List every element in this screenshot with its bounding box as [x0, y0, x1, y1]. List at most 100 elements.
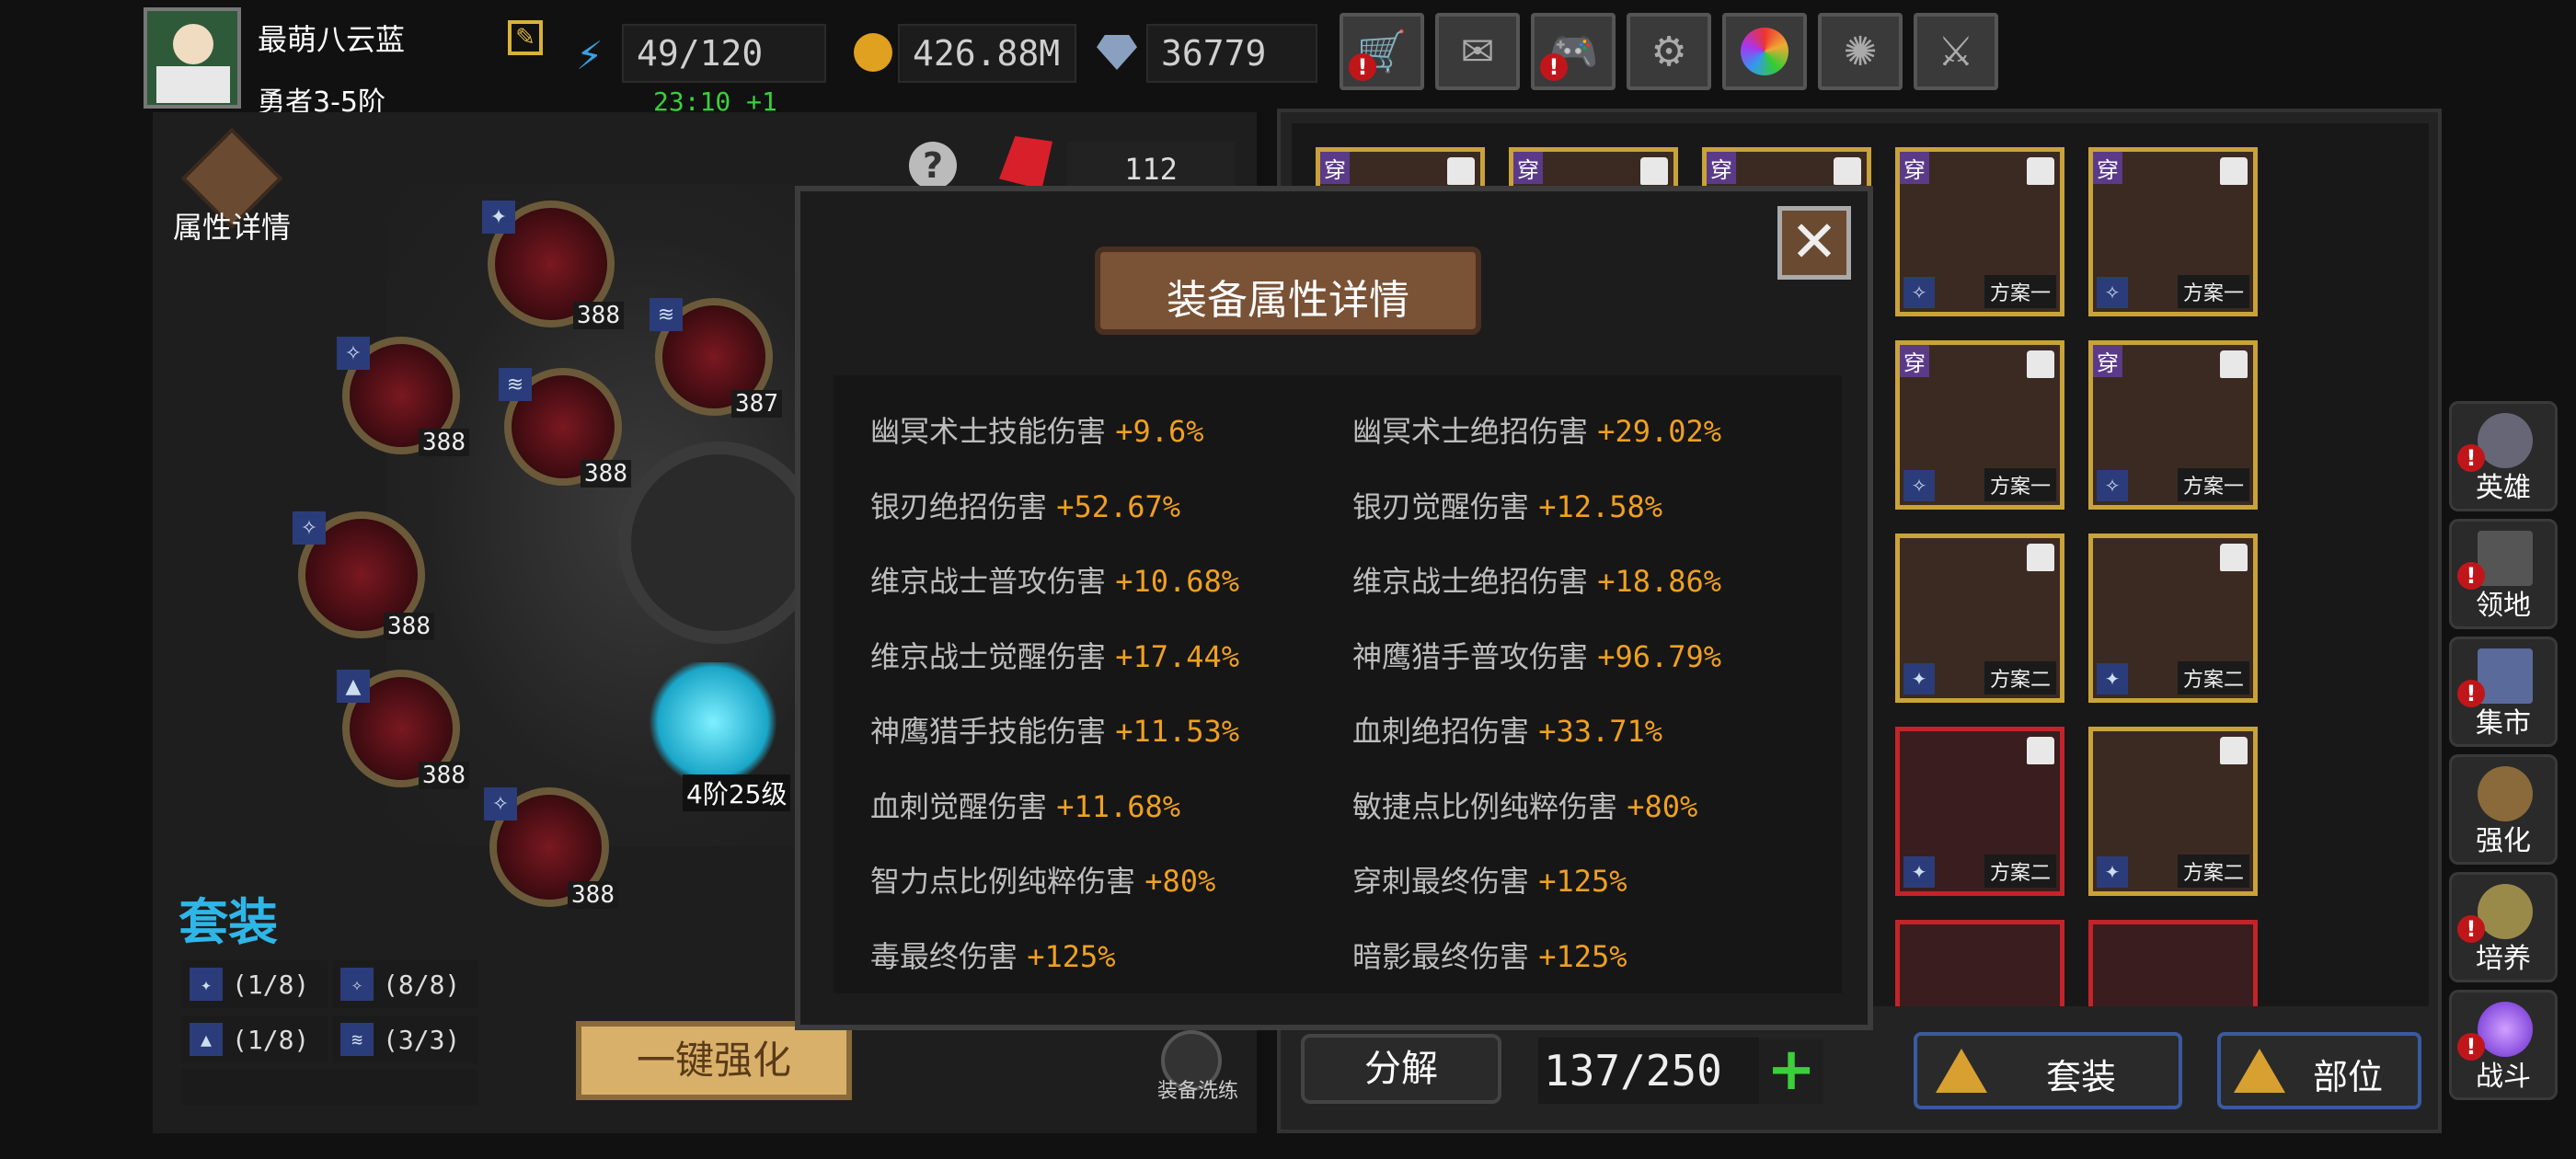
- stat-row: 银刃绝招伤害 +52.67%: [870, 484, 1180, 526]
- lock-icon: [2220, 350, 2248, 378]
- stat-row: 血刺绝招伤害 +33.71%: [1352, 708, 1662, 751]
- lock-icon: [1640, 157, 1668, 185]
- decompose-button[interactable]: 分解: [1301, 1034, 1501, 1104]
- set-empty-row: [182, 1069, 478, 1106]
- nav-label: 战斗: [2476, 1061, 2531, 1093]
- upgrade-all-button[interactable]: 一键强化: [576, 1021, 852, 1100]
- stat-row: 神鹰猎手技能伤害 +11.53%: [870, 708, 1239, 751]
- stat-value: +17.44%: [1115, 638, 1240, 674]
- stat-name: 维京战士觉醒伤害: [870, 638, 1107, 674]
- stat-name: 维京战士普攻伤害: [870, 564, 1107, 599]
- stat-name: 智力点比例纯粹伤害: [870, 864, 1136, 899]
- slot-filter-button[interactable]: 部位: [2217, 1032, 2421, 1109]
- crossed-swords-icon[interactable]: ⚔: [1914, 13, 1998, 90]
- dragon-icon: ✧: [484, 787, 517, 820]
- core-level: 4阶25级: [683, 775, 791, 811]
- dragon-icon: ✧: [2097, 470, 2128, 501]
- equip-slot-boots[interactable]: [1895, 920, 2064, 1006]
- equip-slot-necklace[interactable]: 穿 ✧ 方案一: [1895, 340, 2064, 510]
- stat-name: 银刃觉醒伤害: [1352, 488, 1530, 524]
- player-name: 最萌八云蓝: [258, 22, 406, 57]
- stat-value: +96.79%: [1597, 638, 1722, 674]
- equip-slot-necklace-2[interactable]: ✦ 方案二: [2088, 727, 2258, 896]
- equip-node-claw[interactable]: ≋ 388: [499, 368, 631, 488]
- equip-slot-sword[interactable]: ✦ 方案二: [1895, 534, 2064, 703]
- mail-icon[interactable]: ✉: [1435, 13, 1520, 90]
- stat-row: 银刃觉醒伤害 +12.58%: [1352, 484, 1662, 526]
- wear-tag: 穿: [1513, 152, 1543, 184]
- set-row[interactable]: ✧ (8/8): [333, 960, 478, 1008]
- nav-battle[interactable]: ! 战斗: [2449, 990, 2558, 1100]
- dialog-title-banner: 装备属性详情: [1095, 247, 1481, 335]
- stat-value: +80%: [1144, 864, 1216, 899]
- nav-label: 集市: [2476, 707, 2531, 740]
- equip-slot-armor[interactable]: 穿 ✧ 方案一: [2088, 147, 2258, 316]
- stat-name: 幽冥术士绝招伤害: [1352, 414, 1589, 449]
- fireworks-icon[interactable]: ✺: [1818, 13, 1903, 90]
- wave-icon: ≋: [650, 298, 683, 331]
- equip-slot-staff[interactable]: ✦ 方案二: [2088, 534, 2258, 703]
- stat-row: 穿刺最终伤害 +125%: [1352, 858, 1627, 901]
- nav-cultivate[interactable]: ! 培养: [2449, 872, 2558, 982]
- shuriken-icon: ✦: [482, 201, 515, 234]
- set-count: (3/3): [383, 1024, 461, 1055]
- dragon-icon: ✧: [2097, 277, 2128, 308]
- set-title: 套装: [178, 893, 278, 951]
- stat-value: +11.53%: [1115, 714, 1240, 749]
- stat-row: 幽冥术士绝招伤害 +29.02%: [1352, 408, 1721, 451]
- wave-icon: ≋: [340, 1023, 374, 1056]
- equip-node-necklace[interactable]: ✧ 388: [484, 787, 618, 909]
- stat-row: 维京战士绝招伤害 +18.86%: [1352, 558, 1721, 601]
- nav-territory[interactable]: ! 领地: [2449, 519, 2558, 629]
- stat-row: 敏捷点比例纯粹伤害 +80%: [1352, 784, 1697, 826]
- wear-tag: 穿: [1707, 152, 1736, 184]
- equip-slot-gauntlets[interactable]: 穿 ✧ 方案一: [2088, 340, 2258, 510]
- color-wheel-icon[interactable]: [1722, 13, 1807, 90]
- equip-node-helmet[interactable]: ▲ 388: [337, 670, 469, 789]
- stat-name: 穿刺最终伤害: [1352, 864, 1530, 899]
- attr-detail-label[interactable]: 属性详情: [173, 204, 291, 247]
- expand-capacity-button[interactable]: +: [1759, 1039, 1823, 1104]
- nav-market[interactable]: ! 集市: [2449, 637, 2558, 747]
- gem-icon: [1097, 35, 1137, 70]
- gamepad-icon[interactable]: 🎮!: [1531, 13, 1616, 90]
- gem-value: 36779: [1146, 24, 1317, 83]
- equip-node-staff[interactable]: ✧ 388: [337, 337, 469, 456]
- set-row[interactable]: ▲ (1/8): [182, 1016, 328, 1063]
- stat-name: 暗影最终伤害: [1352, 938, 1530, 974]
- dragon-icon: ✧: [1903, 470, 1935, 501]
- edit-icon[interactable]: ✎: [508, 20, 543, 55]
- set-row[interactable]: ✦ (1/8): [182, 960, 328, 1008]
- dragon-icon: ✧: [337, 337, 370, 370]
- core-emblem: [618, 442, 821, 644]
- set-filter-button[interactable]: 套装: [1914, 1032, 2182, 1109]
- avatar[interactable]: [144, 7, 241, 109]
- equip-slot-boots-2[interactable]: [2088, 920, 2258, 1006]
- stat-value: +18.86%: [1597, 564, 1722, 599]
- triangle-icon: [1936, 1049, 1987, 1093]
- gold-icon: [854, 33, 892, 72]
- equip-slot-scythe[interactable]: 穿 ✧ 方案一: [1895, 147, 2064, 316]
- equip-slot-chestplate[interactable]: ✦ 方案二: [1895, 727, 2064, 896]
- set-row[interactable]: ≋ (3/3): [333, 1016, 478, 1063]
- nav-hero[interactable]: ! 英雄: [2449, 401, 2558, 511]
- gold-value: 426.88M: [898, 24, 1076, 83]
- plan-tag: 方案一: [1984, 275, 2056, 308]
- wash-label[interactable]: 装备洗练: [1157, 1074, 1238, 1104]
- equip-node-ring[interactable]: ≋ 387: [650, 298, 782, 418]
- lock-icon: [2220, 544, 2248, 571]
- close-icon[interactable]: ✕: [1777, 206, 1851, 280]
- cart-icon[interactable]: 🛒!: [1340, 13, 1424, 90]
- shuriken-icon: ✦: [1903, 663, 1935, 694]
- stat-row: 维京战士觉醒伤害 +17.44%: [870, 634, 1239, 676]
- stat-value: +125%: [1027, 938, 1116, 974]
- equip-node-armor[interactable]: ✧ 388: [293, 511, 434, 640]
- gear-icon[interactable]: ⚙: [1627, 13, 1711, 90]
- stat-name: 银刃绝招伤害: [870, 488, 1048, 524]
- lock-icon: [1834, 157, 1861, 185]
- help-icon[interactable]: ?: [909, 142, 957, 189]
- core-wings-icon[interactable]: [644, 662, 782, 782]
- stat-value: +80%: [1627, 788, 1698, 824]
- equip-node-weapon[interactable]: ✦ 388: [482, 201, 624, 329]
- nav-forge[interactable]: 强化: [2449, 754, 2558, 865]
